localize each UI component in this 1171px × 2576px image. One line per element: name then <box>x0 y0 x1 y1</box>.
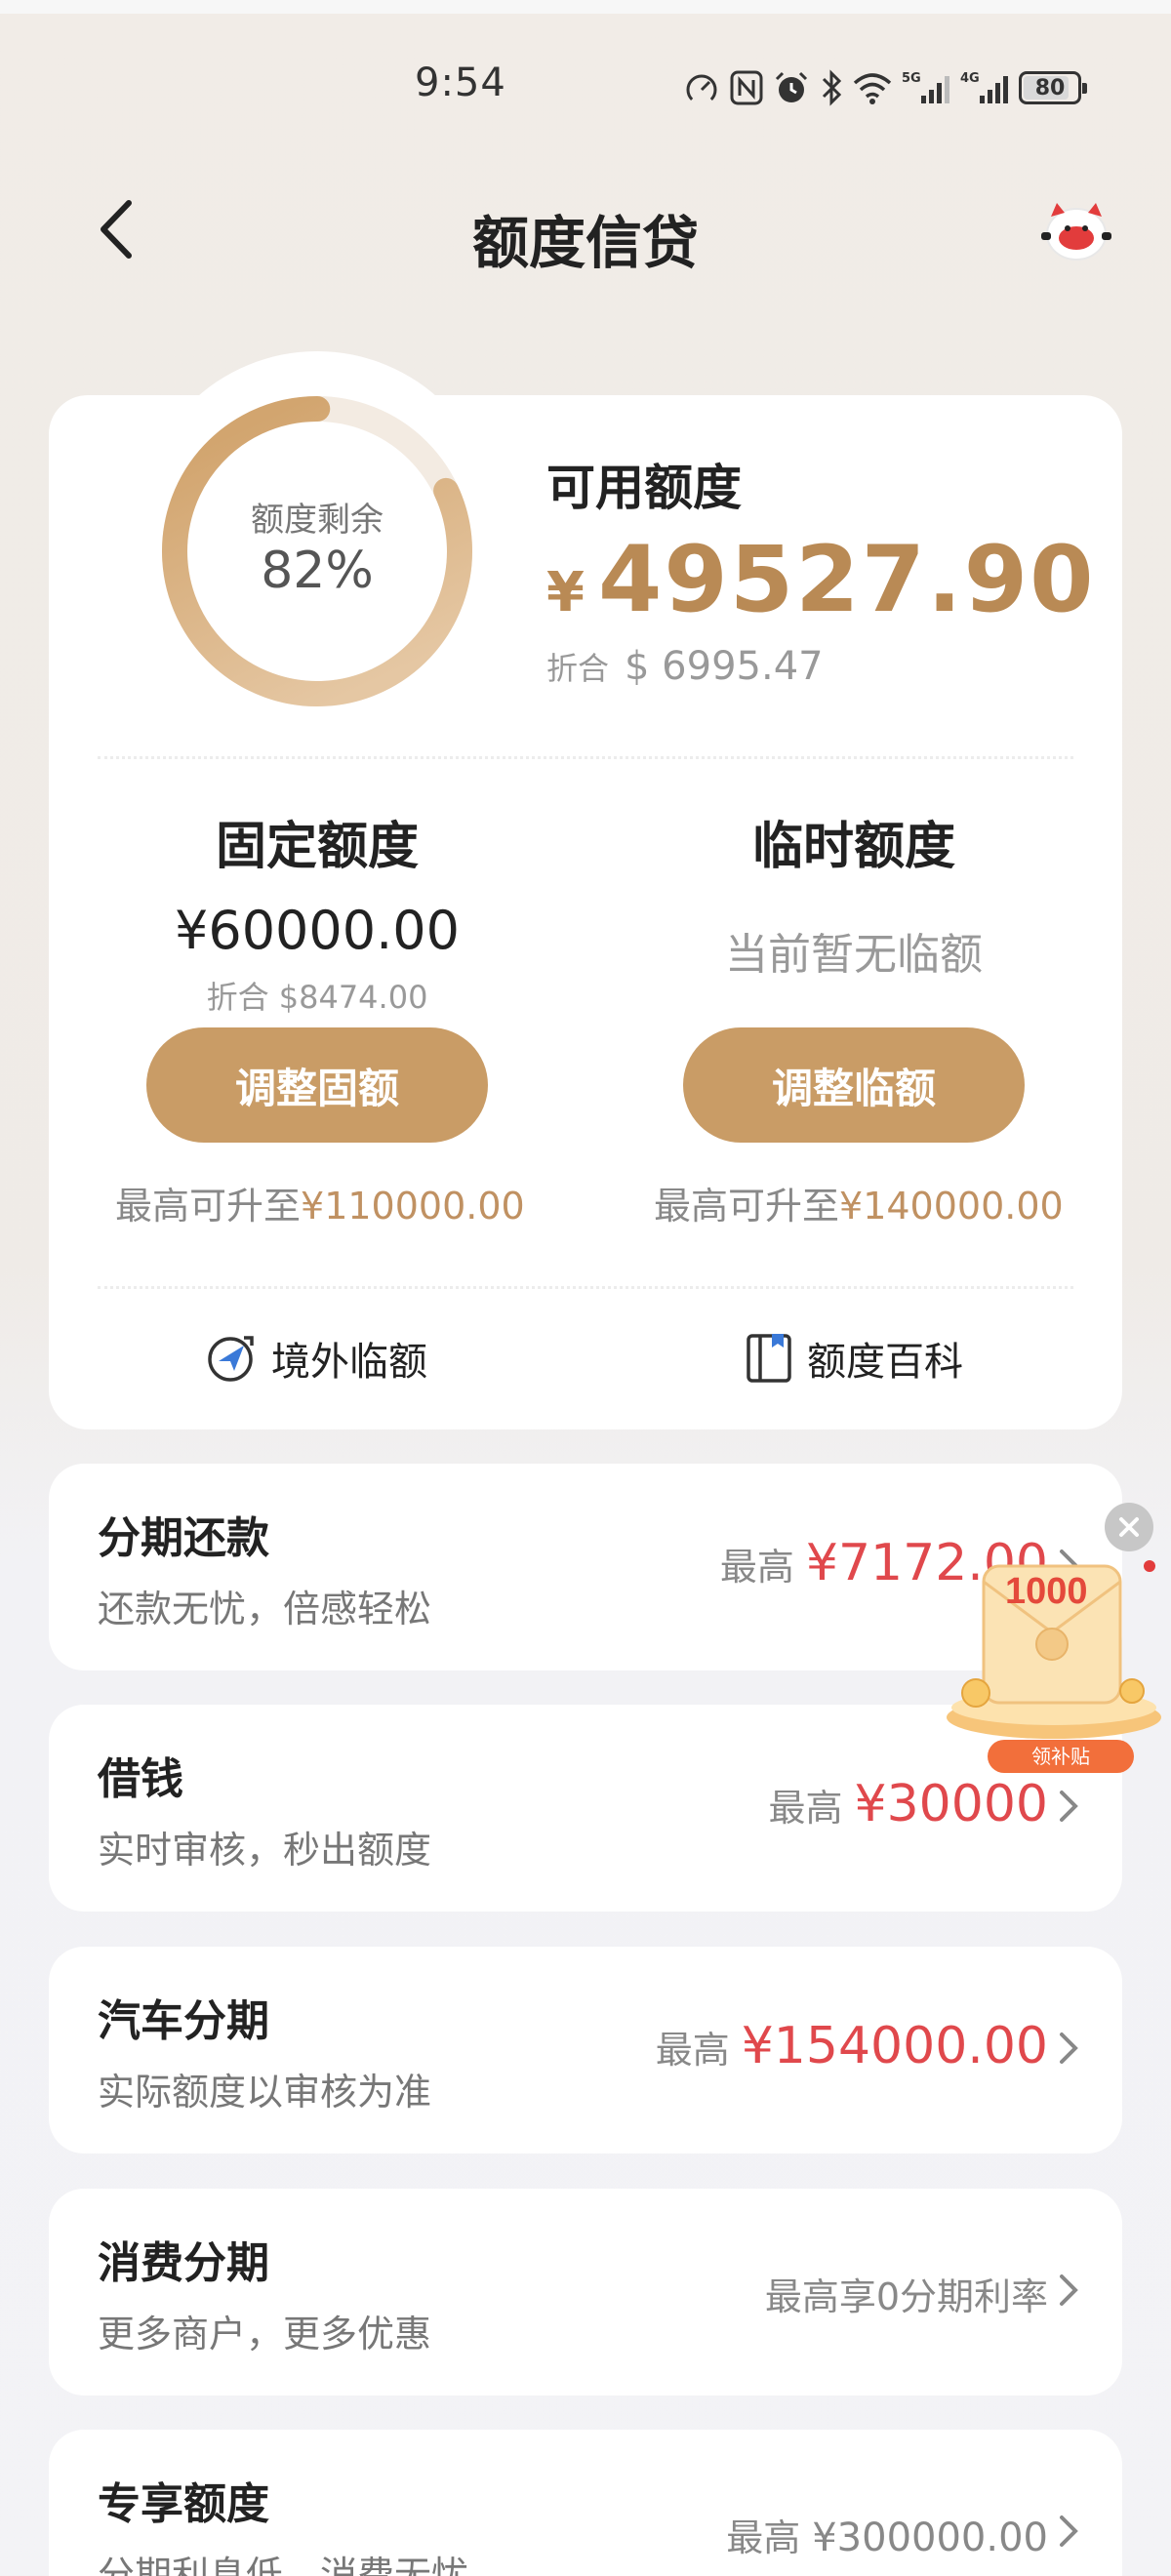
mascot-icon[interactable] <box>1037 195 1115 265</box>
page-title: 额度信贷 <box>471 210 699 276</box>
ring-percent: 82% <box>261 542 374 600</box>
available-title: 可用额度 <box>546 460 742 516</box>
book-icon <box>747 1334 791 1383</box>
temporary-max: 最高可升至¥140000.00 <box>654 1185 1064 1228</box>
wifi-icon <box>853 73 892 104</box>
status-icons: 5G 4G 80 <box>683 64 1087 111</box>
signal-5g-icon: 5G <box>902 71 949 103</box>
fixed-limit-title: 固定额度 <box>215 818 419 876</box>
service-title: 汽车分期 <box>98 1996 269 2046</box>
divider <box>98 1286 1073 1289</box>
temporary-limit-status: 当前暂无临额 <box>725 930 983 980</box>
temporary-limit: 临时额度 当前暂无临额 <box>620 805 1088 982</box>
adjust-temporary-button[interactable]: 调整临额 <box>683 1027 1025 1143</box>
svg-text:4G: 4G <box>960 71 980 86</box>
globe-plane-icon <box>208 1336 254 1382</box>
service-title: 分期还款 <box>98 1513 269 1563</box>
fixed-limit-amount: ¥60000.00 <box>174 900 461 961</box>
top-strip <box>0 0 1171 14</box>
status-time: 9:54 <box>415 60 506 105</box>
bluetooth-icon <box>822 69 842 106</box>
service-title: 专享额度 <box>98 2479 269 2529</box>
overseas-limit-link[interactable]: 境外临额 <box>205 1329 427 1388</box>
chevron-right-icon <box>1060 2274 1078 2306</box>
service-card-exclusive-limit[interactable]: 专享额度 分期利息低，消费无忧 最高 ¥300000.00 <box>49 2430 1122 2576</box>
battery-indicator: 80 <box>1019 71 1087 104</box>
limit-wiki-link[interactable]: 额度百科 <box>745 1329 963 1388</box>
usd-value: $ 6995.47 <box>625 644 824 689</box>
temporary-limit-title: 临时额度 <box>751 818 955 876</box>
available-amount-value: 49527.90 <box>597 527 1096 633</box>
limit-wiki-label: 额度百科 <box>807 1340 963 1385</box>
fixed-limit-usd: 折合 $8474.00 <box>206 979 428 1016</box>
service-amount: 最高 ¥300000.00 <box>726 2516 1048 2560</box>
divider <box>98 756 1073 759</box>
remaining-ring: 额度剩余 82% <box>161 395 473 707</box>
svg-text:1000: 1000 <box>1005 1571 1088 1612</box>
svg-text:5G: 5G <box>902 71 921 86</box>
service-subtitle: 分期利息低，消费无忧 <box>98 2554 469 2576</box>
speedometer-icon <box>686 74 717 105</box>
service-title: 消费分期 <box>98 2238 269 2288</box>
service-amount: 最高 ¥30000 <box>768 1775 1048 1833</box>
fixed-limit: 固定额度 ¥60000.00 折合 $8474.00 <box>83 805 551 1018</box>
currency-symbol: ¥ <box>546 561 585 624</box>
service-amount: 最高 ¥154000.00 <box>655 2017 1048 2075</box>
available-amount: ¥ 49527.90 <box>546 527 1096 633</box>
svg-text:领补贴: 领补贴 <box>1031 1745 1090 1768</box>
available-usd: 折合 $ 6995.47 <box>546 644 824 689</box>
service-card-car-installment[interactable]: 汽车分期 实际额度以审核为准 最高 ¥154000.00 <box>49 1947 1122 2153</box>
service-amount: 最高享0分期利率 <box>764 2275 1048 2318</box>
service-card-consumer-installment[interactable]: 消费分期 更多商户，更多优惠 最高享0分期利率 <box>49 2189 1122 2395</box>
signal-4g-icon: 4G <box>960 71 1008 103</box>
fixed-max: 最高可升至¥110000.00 <box>115 1185 525 1228</box>
chevron-right-icon <box>1060 2033 1078 2064</box>
service-title: 借钱 <box>98 1754 183 1804</box>
ring-label: 额度剩余 <box>251 501 384 540</box>
service-subtitle: 实时审核，秒出额度 <box>98 1829 432 1872</box>
service-subtitle: 实际额度以审核为准 <box>98 2071 432 2113</box>
chevron-right-icon <box>1060 2516 1078 2547</box>
service-subtitle: 还款无忧，倍感轻松 <box>98 1588 432 1630</box>
alarm-icon <box>775 71 808 102</box>
usd-label: 折合 <box>546 650 610 687</box>
adjust-fixed-button[interactable]: 调整固额 <box>146 1027 488 1143</box>
header: 额度信贷 <box>0 176 1171 283</box>
promo-close-button[interactable] <box>1105 1503 1153 1551</box>
nfc-icon <box>730 70 763 105</box>
overseas-limit-label: 境外临额 <box>271 1340 427 1385</box>
status-bar: 9:54 5G 4G 80 <box>0 49 1171 127</box>
chevron-right-icon <box>1060 1791 1078 1822</box>
close-icon <box>1119 1517 1139 1537</box>
service-subtitle: 更多商户，更多优惠 <box>98 2313 432 2355</box>
